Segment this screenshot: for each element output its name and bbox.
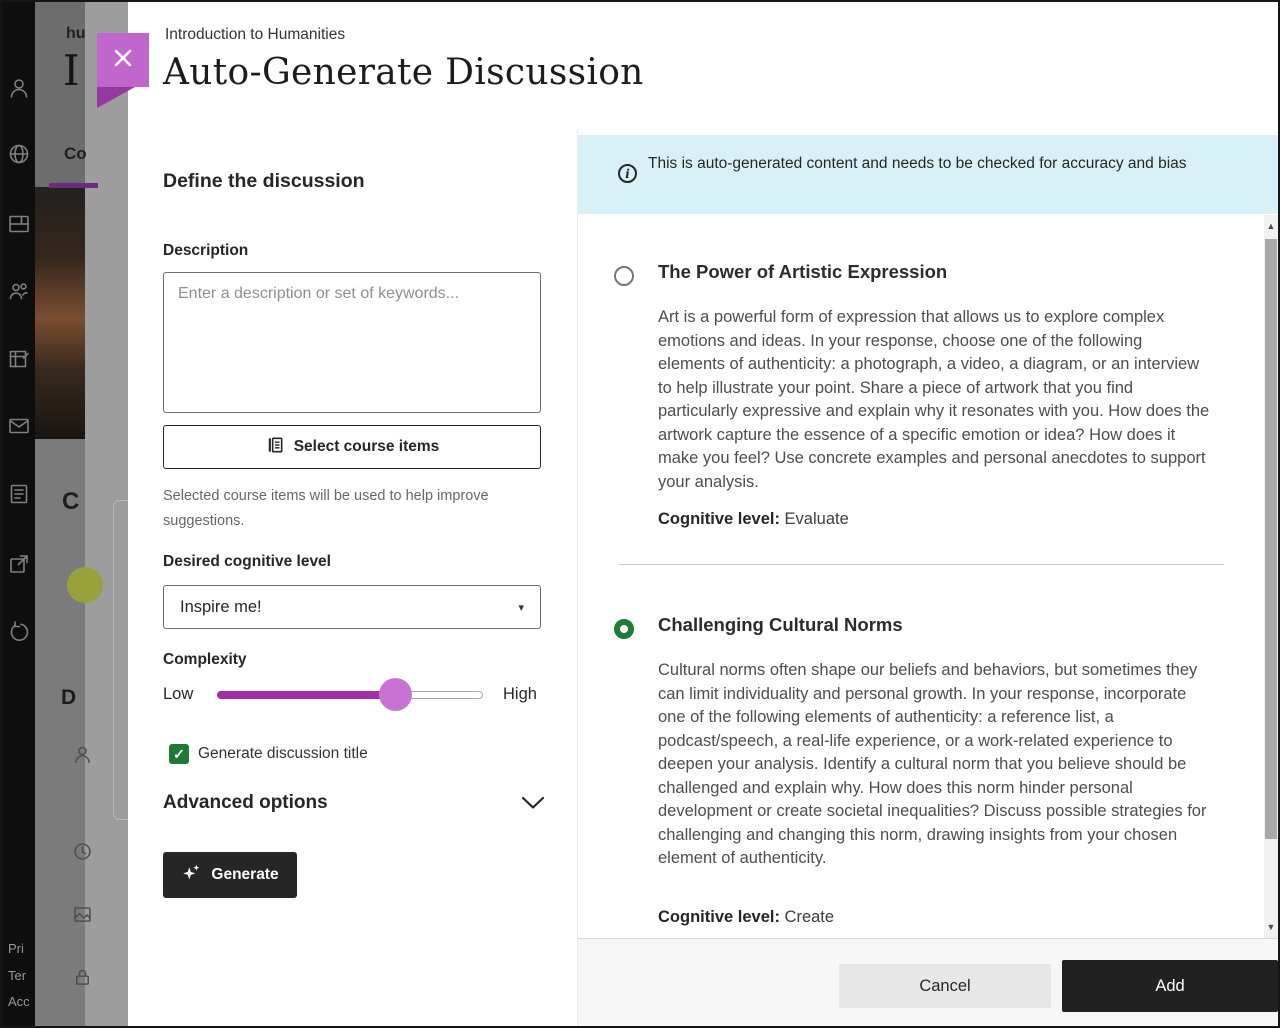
add-button[interactable]: Add xyxy=(1062,960,1278,1012)
image-icon xyxy=(72,904,93,925)
ai-warning-text: This is auto-generated content and needs… xyxy=(648,151,1248,177)
complexity-high-label: High xyxy=(503,685,537,704)
lock-icon xyxy=(72,967,93,988)
option-1-cognitive-level: Cognitive level: Evaluate xyxy=(658,510,849,529)
option-1-title: The Power of Artistic Expression xyxy=(658,261,947,283)
suggestions-panel: i This is auto-generated content and nee… xyxy=(577,130,1280,1028)
organizations-icon xyxy=(7,279,31,303)
screen: Pri Ter Acc hu I Co C D Introduction to … xyxy=(0,0,1280,1028)
course-title-fragment: I xyxy=(63,46,80,95)
complexity-slider-thumb[interactable] xyxy=(379,678,412,711)
info-icon: i xyxy=(618,164,637,183)
cognitive-level-value: Inspire me! xyxy=(180,598,262,617)
sparkle-icon xyxy=(181,862,202,888)
generate-button-label: Generate xyxy=(211,866,278,884)
breadcrumb: Introduction to Humanities xyxy=(165,26,345,44)
scrollbar[interactable]: ▲ ▼ xyxy=(1264,215,1278,938)
ai-warning-banner: i This is auto-generated content and nee… xyxy=(578,135,1280,214)
details-heading-fragment: D xyxy=(61,686,76,710)
activity-stream-icon xyxy=(7,482,31,506)
privacy-link-fragment: Pri xyxy=(8,941,24,956)
option-2-radio[interactable] xyxy=(614,619,634,639)
page-title: Auto-Generate Discussion xyxy=(163,52,644,93)
option-1-body: Art is a powerful form of expression tha… xyxy=(658,306,1213,494)
avatar xyxy=(67,567,103,603)
auto-generate-discussion-modal: Introduction to Humanities Auto-Generate… xyxy=(128,0,1280,1028)
terms-link-fragment: Ter xyxy=(8,968,26,983)
select-course-items-button[interactable]: Select course items xyxy=(163,425,541,469)
close-icon xyxy=(112,47,134,74)
course-items-helper-text: Selected course items will be used to he… xyxy=(163,484,531,534)
generate-title-label: Generate discussion title xyxy=(198,745,368,763)
advanced-options-toggle[interactable]: Advanced options xyxy=(163,792,328,814)
option-1-radio[interactable] xyxy=(614,266,634,286)
sign-out-icon xyxy=(7,620,31,644)
scroll-down-icon[interactable]: ▼ xyxy=(1264,922,1278,932)
messages-icon xyxy=(7,414,31,438)
select-course-items-label: Select course items xyxy=(294,438,440,456)
scroll-up-icon[interactable]: ▲ xyxy=(1264,221,1278,231)
define-discussion-panel: Define the discussion Description Select… xyxy=(128,130,577,1028)
option-2-body: Cultural norms often shape our beliefs a… xyxy=(658,659,1213,871)
breadcrumb-fragment: hu xyxy=(66,25,86,43)
course-items-icon xyxy=(265,435,285,460)
chevron-down-icon[interactable] xyxy=(521,796,545,815)
profile-icon xyxy=(7,76,31,100)
caret-down-icon: ▾ xyxy=(518,601,524,614)
check-icon: ✓ xyxy=(173,746,185,763)
description-label: Description xyxy=(163,242,248,260)
accessibility-link-fragment: Acc xyxy=(8,994,30,1009)
cognitive-level-label: Desired cognitive level xyxy=(163,553,331,571)
content-tab-fragment: Co xyxy=(64,144,87,164)
dimmed-course-page: hu I Co C D xyxy=(35,0,128,1028)
scrollbar-thumb[interactable] xyxy=(1265,239,1277,839)
generate-title-checkbox[interactable]: ✓ xyxy=(169,744,189,764)
app-sidebar: Pri Ter Acc xyxy=(0,0,35,1028)
complexity-slider-track[interactable] xyxy=(217,691,483,699)
close-button[interactable] xyxy=(97,33,149,87)
option-2-cognitive-level: Cognitive level: Create xyxy=(658,908,834,927)
tools-icon xyxy=(7,552,31,576)
modal-footer: Cancel Add xyxy=(578,938,1280,1028)
cancel-button[interactable]: Cancel xyxy=(839,964,1051,1008)
form-heading: Define the discussion xyxy=(163,170,365,193)
generate-button[interactable]: Generate xyxy=(163,852,297,898)
description-input[interactable] xyxy=(163,272,541,413)
complexity-low-label: Low xyxy=(163,685,193,704)
complexity-slider-fill xyxy=(217,691,394,699)
clock-icon xyxy=(72,841,93,862)
content-heading-fragment: C xyxy=(62,488,79,516)
cognitive-level-select[interactable]: Inspire me! ▾ xyxy=(163,585,541,629)
participants-icon xyxy=(72,744,93,765)
options-divider xyxy=(618,564,1224,565)
grades-icon xyxy=(7,347,31,371)
complexity-label: Complexity xyxy=(163,651,247,669)
courses-icon xyxy=(7,212,31,236)
active-tab-underline xyxy=(49,183,98,188)
option-2-title: Challenging Cultural Norms xyxy=(658,614,903,636)
globe-icon xyxy=(7,142,31,166)
